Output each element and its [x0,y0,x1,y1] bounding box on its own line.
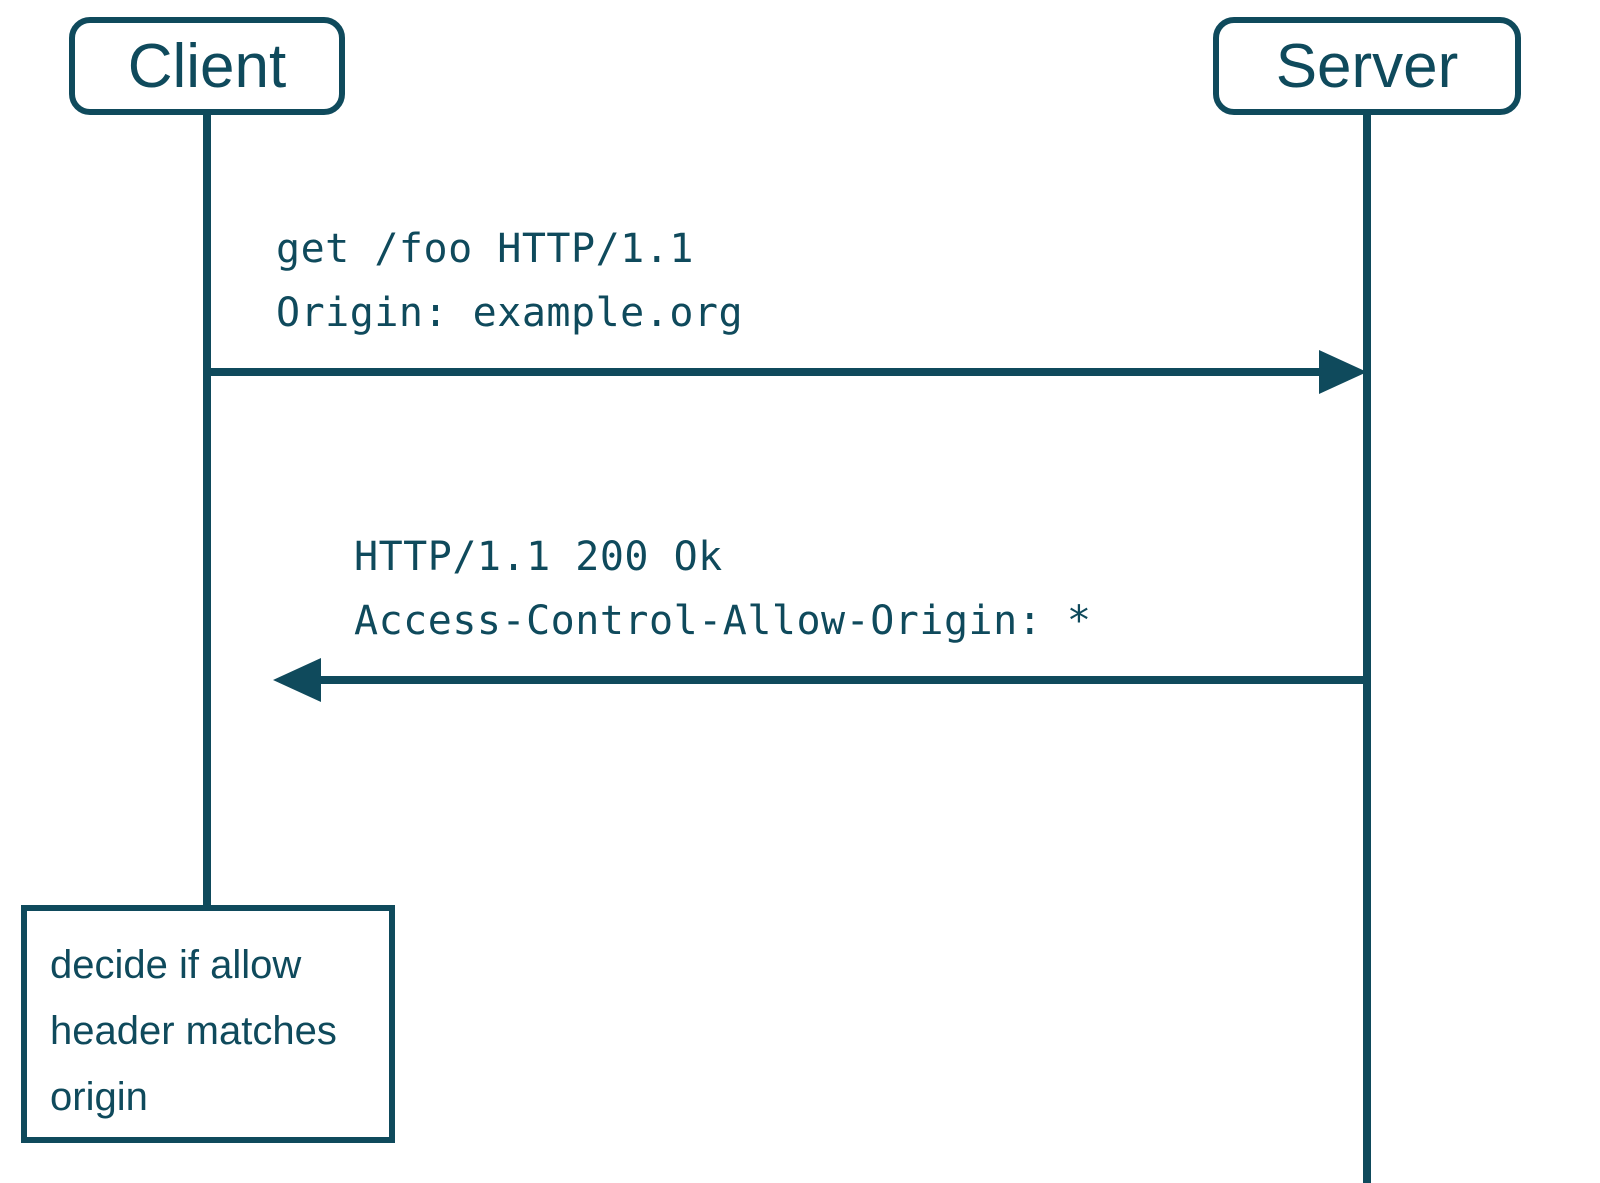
arrowhead-right-icon [1319,350,1367,394]
note-line-3: origin [50,1075,148,1119]
cors-sequence-diagram: Client Server get /foo HTTP/1.1 Origin: … [0,0,1600,1183]
decision-note: decide if allow header matches origin [24,908,392,1140]
response-message: HTTP/1.1 200 Ok Access-Control-Allow-Ori… [354,534,1091,644]
note-line-1: decide if allow [50,943,301,987]
request-message: get /foo HTTP/1.1 Origin: example.org [276,226,743,336]
request-line-1: get /foo HTTP/1.1 [276,226,694,272]
response-line-2: Access-Control-Allow-Origin: * [354,598,1091,644]
server-actor: Server [1216,20,1518,112]
request-line-2: Origin: example.org [276,290,743,336]
response-arrow [273,658,1367,702]
response-line-1: HTTP/1.1 200 Ok [354,534,723,580]
note-line-2: header matches [50,1009,337,1053]
client-actor: Client [72,20,342,112]
server-label: Server [1276,32,1459,101]
request-arrow [207,350,1367,394]
client-label: Client [128,32,287,101]
arrowhead-left-icon [273,658,321,702]
